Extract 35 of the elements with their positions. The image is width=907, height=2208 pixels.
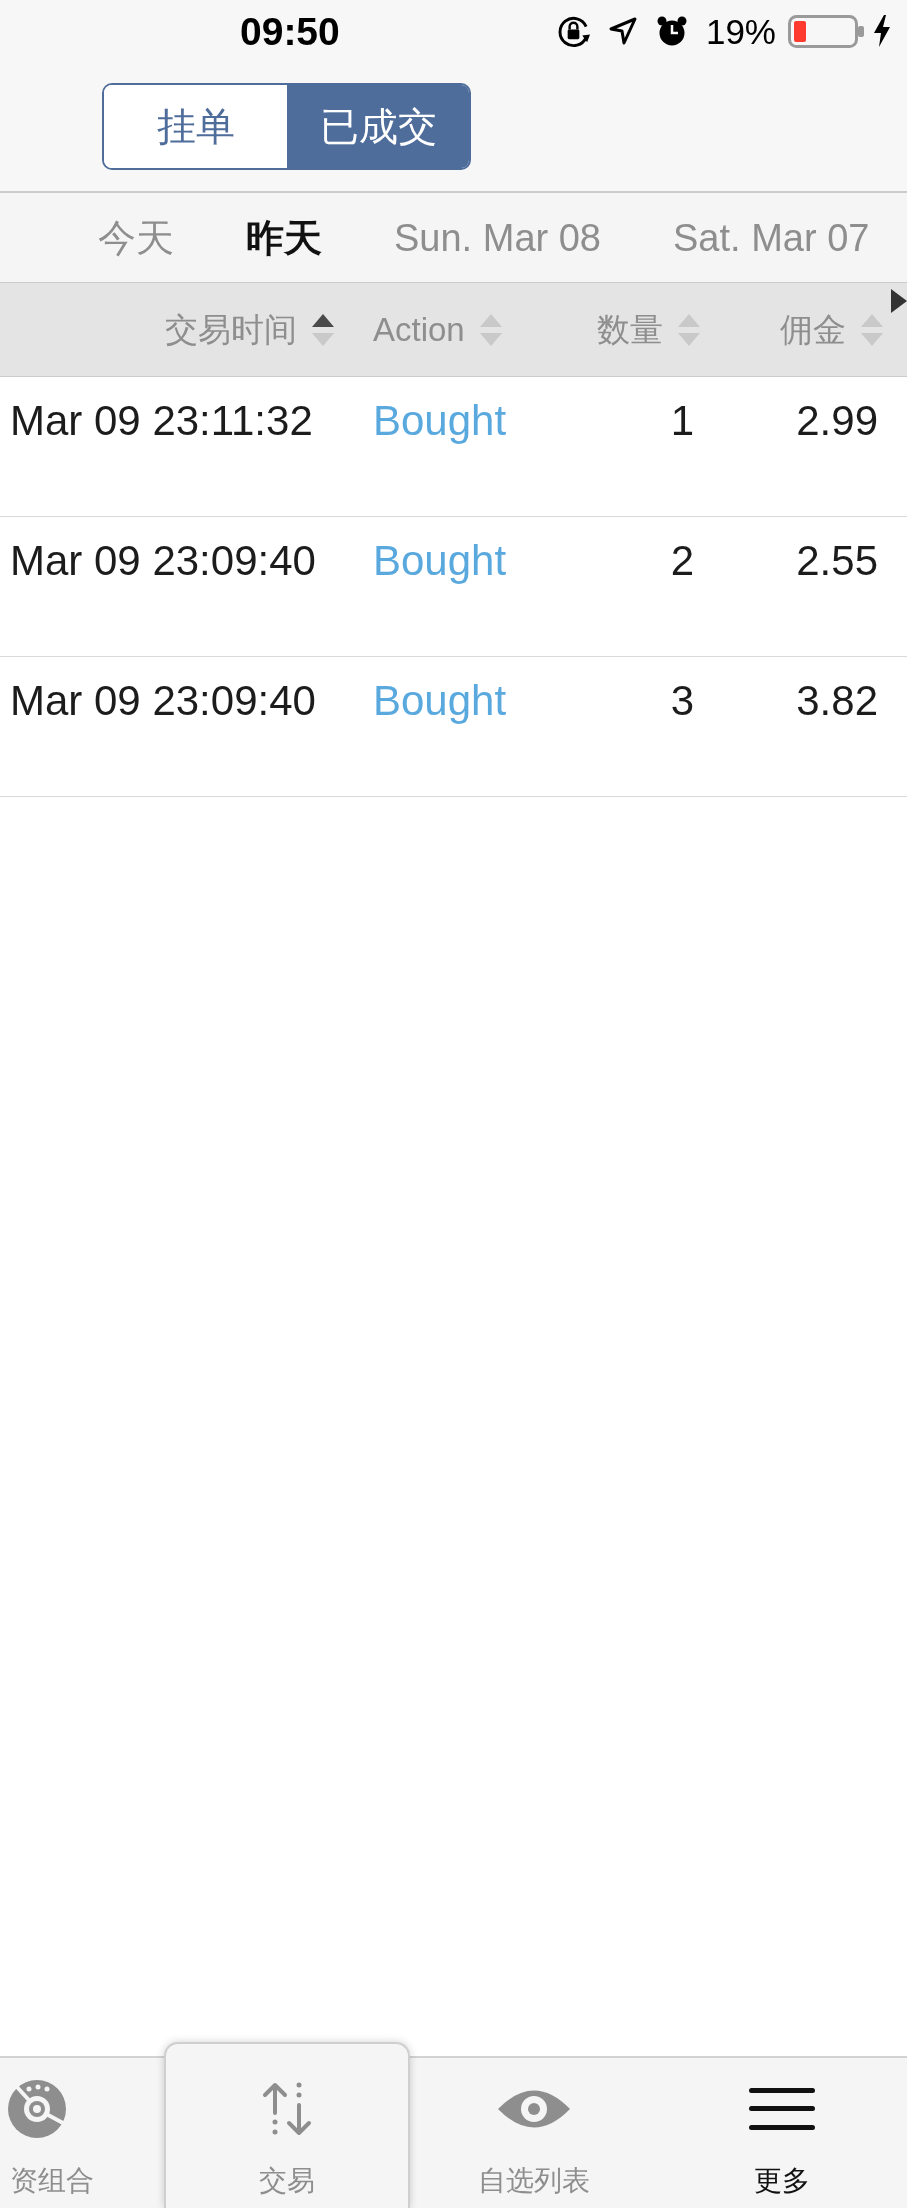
lightning-bolt-icon [873,15,891,47]
table-cell-text: 2.99 [795,396,879,446]
menu-icon [749,2088,815,2130]
battery-percentage: 19% [705,13,776,49]
status-time: 09:50 [240,11,340,51]
segment-tab[interactable]: 已成交 [287,85,469,168]
table-cell-text: 3 [669,676,695,726]
location-arrow-icon [608,17,637,45]
table-cell-text: Mar 09 23:11:32 [9,396,314,446]
column-header[interactable]: 数量 [597,309,700,350]
date-tab[interactable]: 昨天 [246,215,322,260]
column-header[interactable]: Action [373,309,502,350]
battery-icon [788,14,865,48]
date-tab[interactable]: 今天 [98,215,174,260]
segment-tab[interactable]: 挂单 [104,85,287,168]
tab-bar-item[interactable]: 更多 [658,2058,906,2208]
date-tab[interactable]: Sun. Mar 08 [394,215,601,260]
table-cell-text: 3.82 [795,676,879,726]
tab-bar-item[interactable]: 交易 [164,2042,410,2208]
column-header[interactable]: 佣金 [780,309,883,350]
table-cell-text: 1 [669,396,695,446]
date-tab[interactable]: Sat. Mar 07 [673,215,870,260]
table-cell-text: Bought [372,536,508,586]
tab-bar-item[interactable]: 自选列表 [410,2058,658,2208]
alarm-clock-icon [656,15,687,47]
caret-right-icon[interactable] [891,289,907,313]
tab-bar-item[interactable]: 资组合 [0,2058,162,2208]
pie-chart-icon [7,2079,67,2139]
column-header[interactable]: 交易时间 [165,309,334,350]
table-cell-text: Bought [372,676,508,726]
table-cell-text: 2 [669,536,695,586]
table-cell-text: 2.55 [795,536,879,586]
table-cell-text: Bought [372,396,508,446]
table-cell-text: Mar 09 23:09:40 [9,536,317,586]
table-cell-text: Mar 09 23:09:40 [9,676,317,726]
